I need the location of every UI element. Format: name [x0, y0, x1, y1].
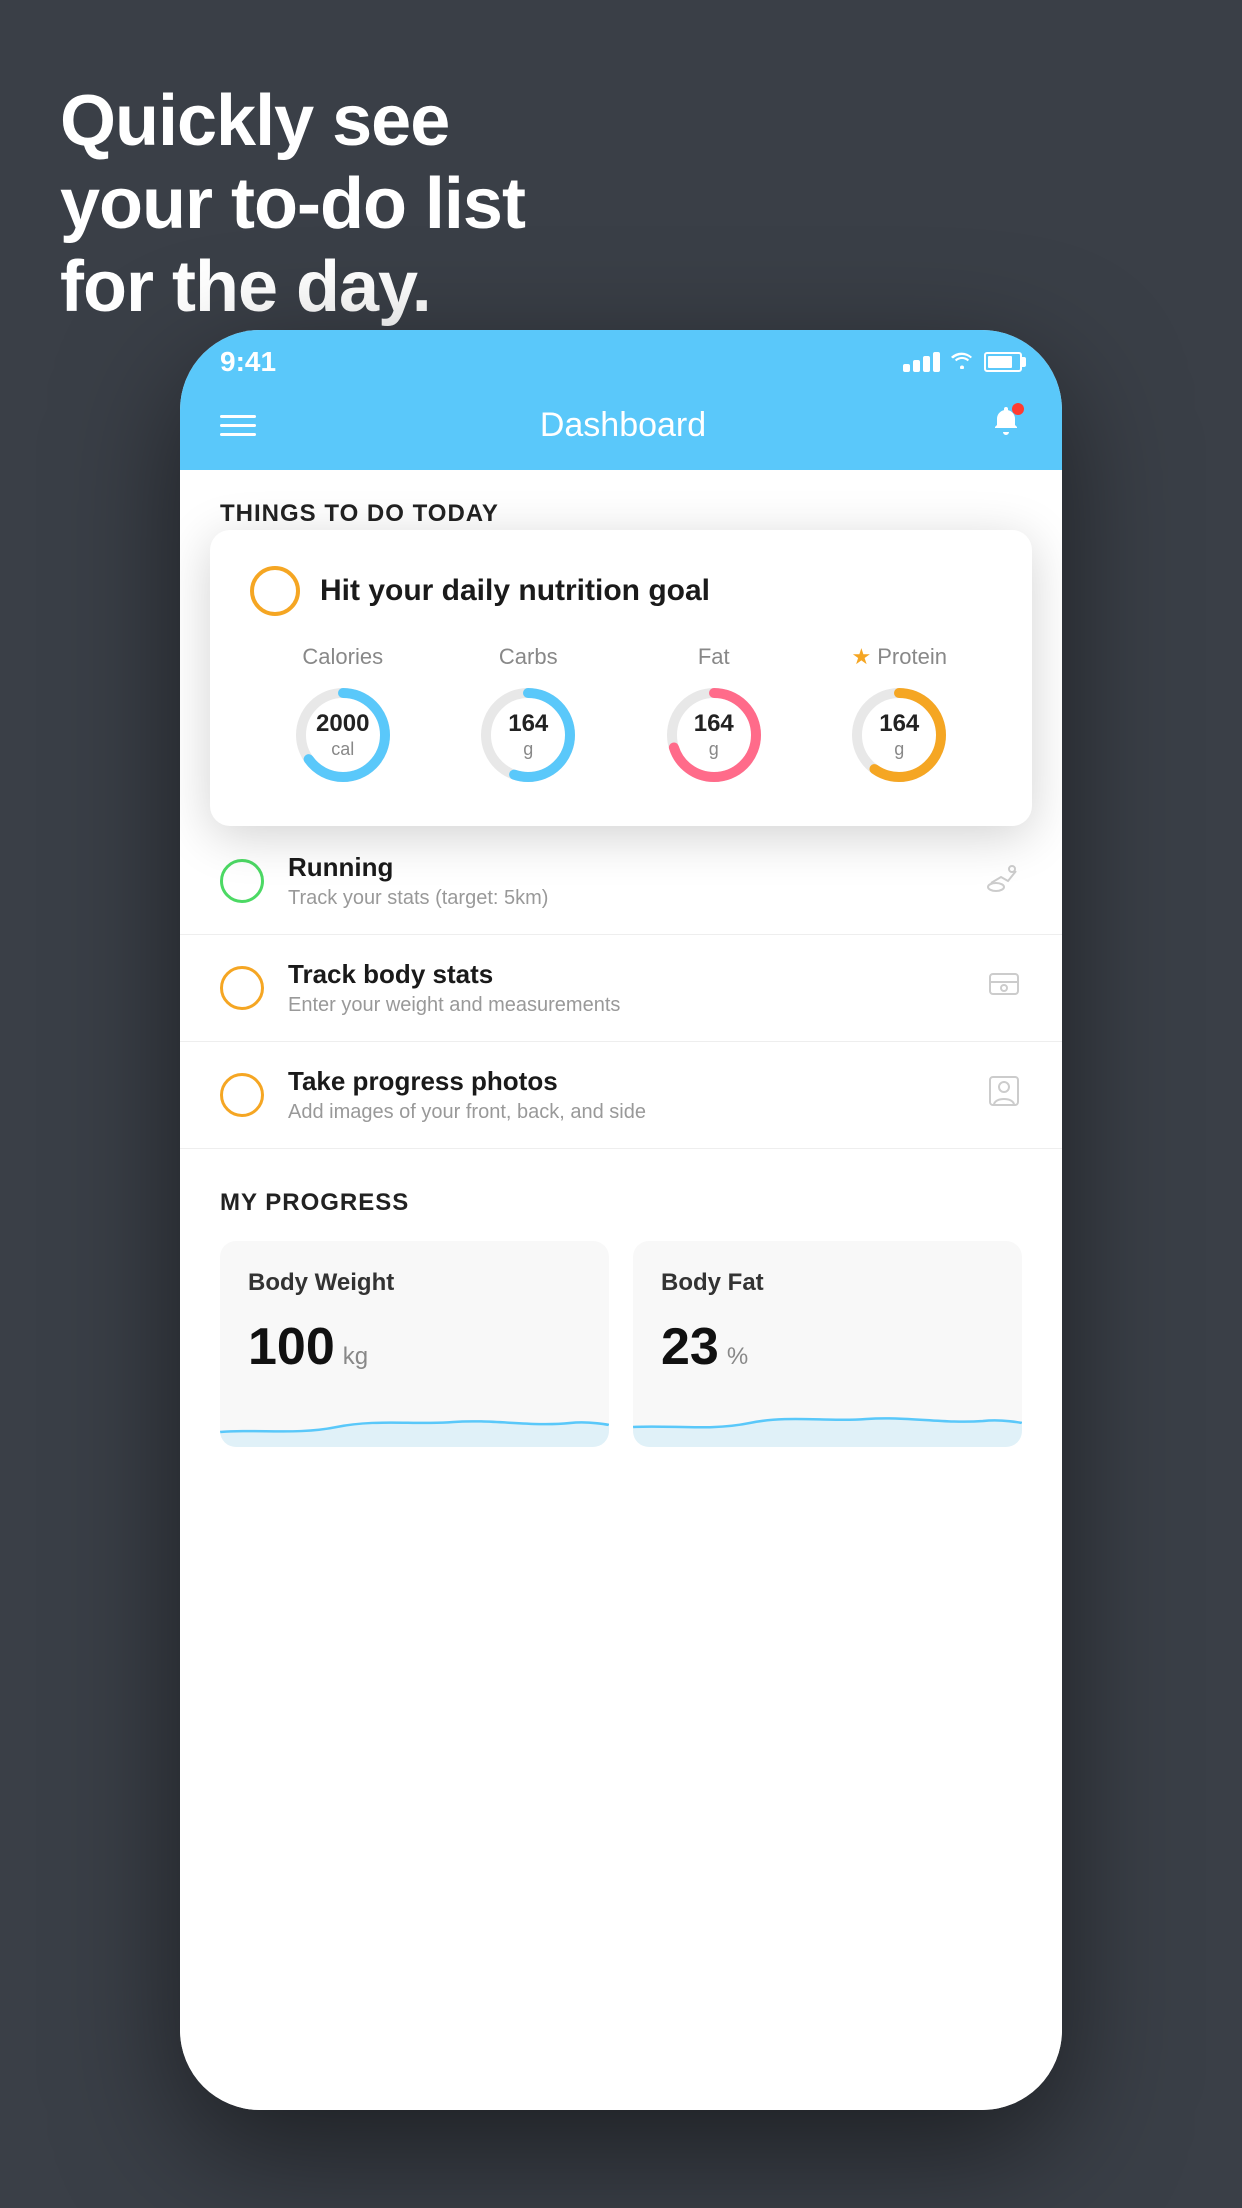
task-checkbox[interactable] — [250, 566, 300, 616]
carbs-unit: g — [508, 739, 548, 761]
calories-item: Calories 2000 cal — [288, 644, 398, 790]
protein-unit: g — [879, 739, 919, 761]
fat-label: Fat — [698, 644, 730, 670]
body-fat-card: Body Fat 23 % — [633, 1241, 1022, 1447]
carbs-donut: 164 g — [473, 680, 583, 790]
body-weight-card: Body Weight 100 kg — [220, 1241, 609, 1447]
calories-label: Calories — [302, 644, 383, 670]
menu-button[interactable] — [220, 415, 256, 436]
carbs-value: 164 — [508, 710, 548, 739]
protein-value: 164 — [879, 710, 919, 739]
calories-unit: cal — [316, 739, 369, 761]
carbs-item: Carbs 164 g — [473, 644, 583, 790]
todo-title-photos: Take progress photos — [288, 1066, 962, 1097]
protein-label: ★ Protein — [852, 644, 947, 670]
card-header: Hit your daily nutrition goal — [250, 566, 992, 616]
progress-title: MY PROGRESS — [220, 1189, 1022, 1217]
fat-item: Fat 164 g — [659, 644, 769, 790]
content-area: THINGS TO DO TODAY Hit your daily nutrit… — [180, 470, 1062, 2110]
header-title: Dashboard — [540, 406, 706, 445]
star-icon: ★ — [852, 644, 872, 670]
todo-title-body-stats: Track body stats — [288, 959, 962, 990]
fat-value: 164 — [694, 710, 734, 739]
todo-title-running: Running — [288, 852, 962, 883]
body-weight-value: 100 — [248, 1317, 335, 1377]
signal-bars-icon — [903, 352, 940, 372]
protein-donut: 164 g — [844, 680, 954, 790]
fat-unit: g — [694, 739, 734, 761]
hero-text: Quickly see your to-do list for the day. — [60, 80, 525, 328]
protein-item: ★ Protein 164 g — [844, 644, 954, 790]
status-bar: 9:41 — [180, 330, 1062, 390]
todo-subtitle-photos: Add images of your front, back, and side — [288, 1101, 962, 1124]
todo-checkbox-running[interactable] — [220, 859, 264, 903]
nutrition-card: Hit your daily nutrition goal Calories 2… — [210, 530, 1032, 826]
body-fat-value: 23 — [661, 1317, 719, 1377]
todo-subtitle-running: Track your stats (target: 5km) — [288, 887, 962, 910]
todo-checkbox-photos[interactable] — [220, 1073, 264, 1117]
nutrition-row: Calories 2000 cal Carbs — [250, 644, 992, 790]
scale-icon — [986, 966, 1022, 1010]
todo-checkbox-body-stats[interactable] — [220, 966, 264, 1010]
notification-button[interactable] — [990, 405, 1022, 445]
body-weight-card-title: Body Weight — [248, 1269, 581, 1297]
person-icon — [986, 1073, 1022, 1117]
body-fat-chart — [633, 1397, 1022, 1447]
calories-value: 2000 — [316, 710, 369, 739]
notification-badge — [1012, 403, 1024, 415]
body-fat-card-title: Body Fat — [661, 1269, 994, 1297]
card-title: Hit your daily nutrition goal — [320, 574, 710, 608]
app-header: Dashboard — [180, 390, 1062, 470]
todo-item-body-stats[interactable]: Track body stats Enter your weight and m… — [180, 935, 1062, 1042]
body-weight-unit: kg — [343, 1343, 368, 1371]
todo-subtitle-body-stats: Enter your weight and measurements — [288, 994, 962, 1017]
battery-icon — [984, 352, 1022, 372]
todo-item-running[interactable]: Running Track your stats (target: 5km) — [180, 828, 1062, 935]
body-weight-chart — [220, 1397, 609, 1447]
progress-section: MY PROGRESS Body Weight 100 kg — [180, 1149, 1062, 1447]
status-icons — [903, 349, 1022, 375]
body-fat-unit: % — [727, 1343, 748, 1371]
todo-item-photos[interactable]: Take progress photos Add images of your … — [180, 1042, 1062, 1149]
running-icon — [986, 859, 1022, 903]
wifi-icon — [950, 349, 974, 375]
carbs-label: Carbs — [499, 644, 558, 670]
phone-frame: 9:41 Dashboard — [180, 330, 1062, 2110]
calories-donut: 2000 cal — [288, 680, 398, 790]
status-time: 9:41 — [220, 346, 276, 378]
progress-cards: Body Weight 100 kg Body Fat — [220, 1241, 1022, 1447]
todo-list: Running Track your stats (target: 5km) T… — [180, 828, 1062, 1149]
fat-donut: 164 g — [659, 680, 769, 790]
